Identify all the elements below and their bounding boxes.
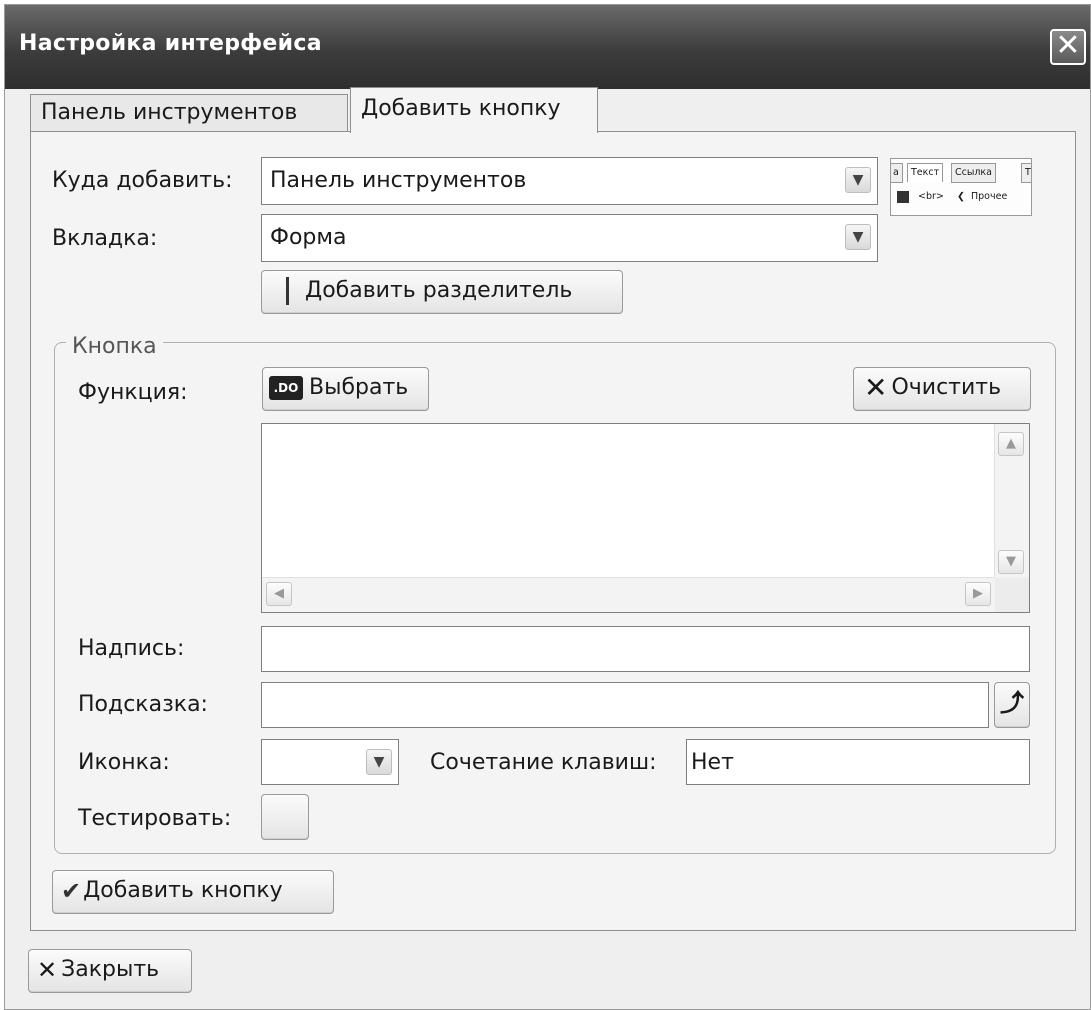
close-icon: ✕ bbox=[37, 956, 58, 984]
close-icon: ✕ bbox=[864, 371, 888, 404]
scroll-left-icon[interactable]: ◀ bbox=[266, 582, 292, 606]
caption-input[interactable] bbox=[261, 626, 1030, 672]
window-title: Настройка интерфейса bbox=[19, 31, 322, 56]
hotkey-input[interactable]: Нет bbox=[686, 739, 1030, 785]
choose-function-button[interactable]: .DO Выбрать bbox=[262, 367, 429, 411]
tab-select-label: Вкладка: bbox=[52, 226, 158, 251]
add-button-submit[interactable]: ✔Добавить кнопку bbox=[52, 870, 334, 914]
checkmark-icon: ✔ bbox=[61, 877, 82, 905]
preview-row: ❮ Прочее bbox=[957, 187, 1007, 207]
scroll-corner bbox=[995, 578, 1029, 612]
hint-input[interactable] bbox=[261, 682, 989, 728]
choose-label: Выбрать bbox=[309, 375, 409, 400]
test-button[interactable] bbox=[261, 794, 309, 840]
hotkey-label: Сочетание клавиш: bbox=[430, 750, 657, 775]
preview-note-icon bbox=[897, 190, 909, 203]
vertical-scrollbar[interactable]: ▲ ▼ bbox=[994, 424, 1029, 578]
add-button-label: Добавить кнопку bbox=[83, 878, 283, 903]
tab-toolbar[interactable]: Панель инструментов bbox=[30, 94, 348, 132]
tab-add-button[interactable]: Добавить кнопку bbox=[350, 87, 598, 133]
where-label: Куда добавить: bbox=[52, 168, 233, 193]
function-code-icon: .DO bbox=[269, 376, 303, 400]
chevron-down-icon[interactable]: ▼ bbox=[845, 224, 871, 250]
function-code-area[interactable]: ▲ ▼ ◀ ▶ bbox=[261, 423, 1030, 613]
where-value: Панель инструментов bbox=[270, 168, 527, 193]
close-window-icon[interactable]: ✕ bbox=[1050, 29, 1086, 65]
toolbar-preview: а Текст Ссылка Т <br> ❮ Прочее bbox=[890, 158, 1032, 216]
preview-chevron-left-icon: ❮ bbox=[957, 191, 965, 202]
title-bar: Настройка интерфейса ✕ bbox=[5, 5, 1090, 89]
preview-tab: Т bbox=[1021, 163, 1031, 183]
scroll-right-icon[interactable]: ▶ bbox=[965, 582, 991, 606]
preview-tab: а bbox=[891, 163, 903, 183]
clear-label: Очистить bbox=[891, 375, 1002, 400]
icon-select[interactable]: ▼ bbox=[261, 739, 399, 785]
where-select[interactable]: Панель инструментов ▼ bbox=[261, 157, 878, 205]
chevron-down-icon[interactable]: ▼ bbox=[366, 749, 392, 775]
close-label: Закрыть bbox=[61, 957, 160, 982]
horizontal-scrollbar[interactable]: ◀ ▶ bbox=[262, 577, 995, 612]
hint-arrow-icon[interactable]: ⤴ bbox=[994, 682, 1030, 728]
hint-label: Подсказка: bbox=[78, 692, 208, 717]
preview-row: <br> bbox=[897, 187, 944, 207]
test-label: Тестировать: bbox=[78, 806, 232, 831]
preview-other: Прочее bbox=[971, 191, 1008, 202]
function-label: Функция: bbox=[78, 380, 188, 405]
caption-label: Надпись: bbox=[78, 636, 185, 661]
tab-select-value: Форма bbox=[270, 225, 347, 250]
scroll-down-icon[interactable]: ▼ bbox=[998, 550, 1024, 574]
preview-br: <br> bbox=[918, 191, 944, 202]
separator-icon bbox=[286, 277, 289, 305]
button-group-legend: Кнопка bbox=[66, 334, 163, 359]
preview-tab: Текст bbox=[907, 163, 944, 182]
preview-tab: Ссылка bbox=[951, 163, 996, 183]
tab-select[interactable]: Форма ▼ bbox=[261, 214, 878, 262]
icon-label: Иконка: bbox=[78, 750, 170, 775]
close-button[interactable]: ✕ Закрыть bbox=[28, 949, 192, 993]
scroll-up-icon[interactable]: ▲ bbox=[998, 432, 1024, 456]
add-separator-label: Добавить разделитель bbox=[305, 278, 573, 303]
clear-button[interactable]: ✕ Очистить bbox=[853, 367, 1031, 411]
chevron-down-icon[interactable]: ▼ bbox=[845, 167, 871, 193]
add-separator-button[interactable]: Добавить разделитель bbox=[261, 270, 623, 314]
